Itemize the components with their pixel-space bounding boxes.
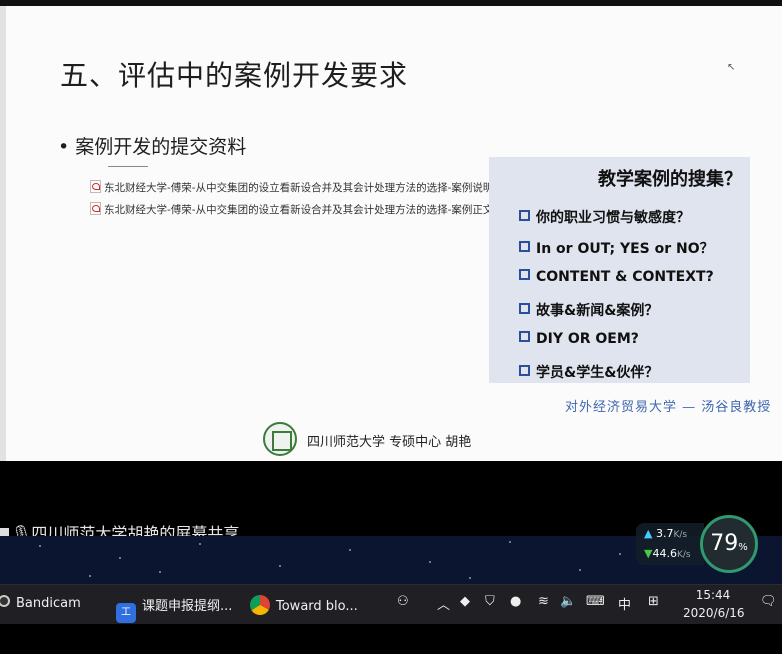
- file-name: 东北财经大学-傅荣-从中交集团的设立看新设合并及其会计处理方法的选择-案例说明书…: [104, 182, 525, 194]
- bullet-text: 案例开发的提交资料: [75, 136, 247, 158]
- shield-icon[interactable]: ⛉: [485, 594, 495, 609]
- slide-edge: [0, 6, 6, 461]
- ime-mode-icon[interactable]: ⊞: [648, 594, 659, 609]
- network-speed-widget: ▲ 3.7K/s ▼44.6K/s: [636, 523, 704, 565]
- taskbar-app-label: Toward blo...: [276, 599, 358, 614]
- keyboard-icon[interactable]: ⌨: [586, 594, 605, 609]
- square-bullet-icon: [519, 331, 530, 342]
- cropped-text: [108, 166, 148, 172]
- chevron-up-icon[interactable]: ︿: [437, 594, 450, 613]
- upload-unit: K/s: [673, 530, 688, 540]
- panel-item-text: In or OUT; YES or NO？: [536, 241, 714, 257]
- download-unit: K/s: [676, 550, 691, 560]
- panel-item: 故事&新闻&案例？: [519, 300, 658, 320]
- clock-date: 2020/6/16: [683, 606, 745, 620]
- panel-item-text: 学员&学生&伙伴？: [536, 365, 659, 381]
- panel-item-text: CONTENT & CONTEXT?: [536, 269, 714, 285]
- taskbar-app-chrome[interactable]: Toward blo...: [250, 595, 358, 615]
- slide-footer: 四川师范大学 专硕中心 胡艳: [307, 435, 472, 450]
- slide-title: 五、评估中的案例开发要求: [60, 59, 409, 92]
- square-bullet-icon: [519, 269, 530, 280]
- teaching-case-panel: 教学案例的搜集？ 你的职业习惯与敏感度？ In or OUT; YES or N…: [489, 157, 750, 383]
- panel-item-text: DIY OR OEM?: [536, 331, 639, 347]
- square-bullet-icon: [519, 210, 530, 221]
- volume-icon[interactable]: 🔈: [560, 594, 576, 609]
- slide-bullet: • 案例开发的提交资料: [58, 136, 247, 158]
- panel-item-text: 你的职业习惯与敏感度？: [536, 210, 690, 226]
- system-usage-gauge[interactable]: 79%: [700, 515, 758, 573]
- square-bullet-icon: [519, 241, 530, 252]
- people-icon[interactable]: ⚇: [397, 594, 409, 609]
- square-bullet-icon: [519, 303, 530, 314]
- mouse-cursor-icon: ↖: [727, 62, 736, 73]
- pdf-file-link[interactable]: 东北财经大学-傅荣-从中交集团的设立看新设合并及其会计处理方法的选择-案例正文.…: [90, 202, 514, 217]
- panel-item: In or OUT; YES or NO？: [519, 238, 714, 258]
- pdf-icon: [90, 202, 101, 215]
- taskbar-clock[interactable]: 15:44 2020/6/16: [683, 586, 745, 622]
- panel-item-text: 故事&新闻&案例？: [536, 303, 659, 319]
- square-bullet-icon: [519, 365, 530, 376]
- chrome-icon: [250, 595, 270, 615]
- download-value: 44.6: [652, 547, 677, 560]
- wps-icon: 工: [116, 603, 136, 623]
- bottom-black-bar: [0, 624, 782, 654]
- panel-item: CONTENT & CONTEXT?: [519, 269, 714, 285]
- ime-indicator[interactable]: 中: [618, 594, 631, 613]
- tray-app-icon[interactable]: ◆: [460, 594, 470, 609]
- wifi-icon[interactable]: ≋: [538, 594, 549, 609]
- slide-credit: 对外经济贸易大学 — 汤谷良教授: [565, 400, 772, 415]
- presentation-slide: 五、评估中的案例开发要求 • 案例开发的提交资料 东北财经大学-傅荣-从中交集团…: [0, 6, 782, 461]
- taskbar-app-bandicam[interactable]: Bandicam: [0, 595, 81, 611]
- panel-item: 学员&学生&伙伴？: [519, 362, 658, 382]
- pdf-icon: [90, 180, 101, 193]
- university-logo: [263, 422, 297, 456]
- gauge-value: 79: [710, 531, 739, 556]
- clock-time: 15:44: [695, 588, 731, 602]
- gauge-unit: %: [738, 542, 748, 553]
- taskbar-app-label: 课题申报提纲...: [142, 599, 233, 614]
- notification-icon[interactable]: 🗨: [760, 594, 777, 609]
- upload-value: 3.7: [655, 527, 674, 540]
- download-speed: ▼44.6K/s: [644, 547, 691, 560]
- taskbar-app-wps[interactable]: 工课题申报提纲...: [116, 595, 232, 623]
- bandicam-icon: [0, 595, 10, 607]
- file-name: 东北财经大学-傅荣-从中交集团的设立看新设合并及其会计处理方法的选择-案例正文.…: [104, 204, 514, 216]
- pdf-file-link[interactable]: 东北财经大学-傅荣-从中交集团的设立看新设合并及其会计处理方法的选择-案例说明书…: [90, 180, 524, 195]
- panel-item: DIY OR OEM?: [519, 331, 639, 347]
- panel-title: 教学案例的搜集？: [598, 169, 742, 190]
- upload-speed: ▲ 3.7K/s: [644, 527, 688, 540]
- tray-globe-icon[interactable]: ●: [510, 594, 521, 609]
- panel-item: 你的职业习惯与敏感度？: [519, 207, 690, 227]
- taskbar-app-label: Bandicam: [16, 596, 81, 611]
